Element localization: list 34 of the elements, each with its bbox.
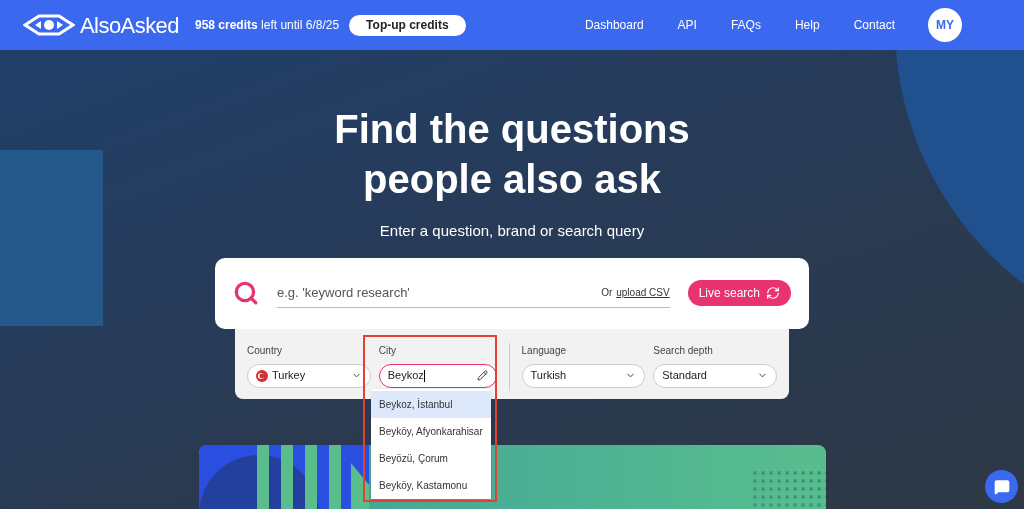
field-label: Language [521, 343, 568, 358]
credits-text: 958 credits left until 6/8/25 [195, 17, 340, 34]
field-label: Country [247, 343, 283, 358]
refresh-icon [766, 286, 780, 300]
suggestion-item[interactable]: Beyköy, Afyonkarahisar [371, 418, 491, 445]
search-icon [233, 280, 259, 306]
nav-link[interactable]: Help [794, 16, 820, 34]
top-up-button[interactable]: Top-up credits [349, 14, 466, 36]
field-label: City [378, 343, 397, 358]
hero-subtitle: Enter a question, brand or search query [379, 221, 645, 241]
select-field[interactable]: Turkish [521, 363, 646, 388]
nav-link[interactable]: Contact [853, 16, 895, 34]
chat-button[interactable] [985, 470, 1018, 503]
upload-csv-link[interactable]: upload CSV [616, 285, 670, 300]
logo-icon [23, 14, 75, 36]
suggestion-item[interactable]: Beyköy, Kastamonu [371, 472, 491, 499]
nav-link[interactable]: Dashboard [584, 16, 644, 34]
select-field[interactable]: Standard [653, 363, 777, 388]
avatar[interactable]: MY [928, 8, 962, 42]
search-field[interactable]: e.g. 'keyword research' [277, 282, 602, 303]
chat-icon [993, 478, 1010, 495]
nav-link[interactable]: API [677, 16, 697, 34]
suggestion-item[interactable]: Beyözü, Çorum [371, 445, 491, 472]
brand-name: AlsoAsked [80, 11, 179, 40]
live-search-button[interactable]: Live search [687, 280, 791, 306]
suggestion-item[interactable]: Beykoz, İstanbul [371, 391, 491, 418]
nav-link[interactable]: FAQs [730, 16, 761, 34]
select-field[interactable]: Turkey [247, 363, 371, 388]
flag-icon [256, 369, 268, 382]
field-label: Search depth [653, 343, 714, 358]
hero-title: Find the questions people also ask [334, 106, 690, 203]
pencil-icon [476, 370, 488, 381]
upload-prefix: Or [601, 286, 613, 300]
city-input[interactable]: Beykoz [378, 363, 497, 388]
